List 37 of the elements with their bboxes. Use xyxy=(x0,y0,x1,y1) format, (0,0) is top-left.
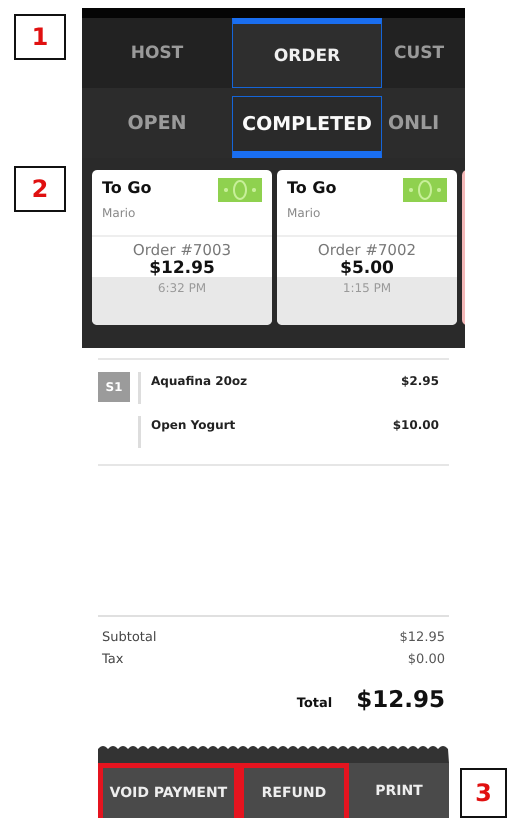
callout-number: 3 xyxy=(460,768,507,818)
filter-tab[interactable]: OPEN xyxy=(82,88,232,158)
item-price: $2.95 xyxy=(401,374,439,390)
callout-number: 1 xyxy=(14,14,66,60)
item-price: $10.00 xyxy=(392,418,439,434)
total-label: Total xyxy=(296,696,332,711)
action-button[interactable]: REFUND xyxy=(238,763,349,818)
order-amount: $5.00 xyxy=(339,259,395,277)
item-name: Aquafina 20oz xyxy=(151,374,248,390)
subtotal-label: Subtotal xyxy=(102,629,156,647)
filter-tab[interactable]: ONLI xyxy=(382,88,462,158)
server-name: Mario xyxy=(287,206,322,220)
order-card[interactable]: To Go Mario Order #7003 $12.95 6:32 PM xyxy=(92,170,272,325)
action-button[interactable]: VOID PAYMENT xyxy=(98,763,239,818)
total-value: $12.95 xyxy=(356,687,445,713)
subtotal-value: $12.95 xyxy=(400,629,445,647)
order-card[interactable]: To Go Mario Order #7002 $5.00 1:15 PM xyxy=(277,170,457,325)
nav-tab[interactable]: ORDER xyxy=(232,18,382,88)
order-type: To Go xyxy=(102,178,152,197)
order-amount: $12.95 xyxy=(148,259,216,277)
order-time: 6:32 PM xyxy=(158,281,206,295)
order-number: Order #7002 xyxy=(316,241,418,259)
callout-number: 2 xyxy=(14,166,66,212)
seat-badge: S1 xyxy=(98,372,130,402)
order-number: Order #7003 xyxy=(132,241,232,259)
nav-tab[interactable]: CUST xyxy=(382,18,462,88)
filter-tab[interactable]: COMPLETED xyxy=(232,96,382,158)
tax-label: Tax xyxy=(102,651,124,669)
cash-icon xyxy=(403,178,447,202)
item-name: Open Yogurt xyxy=(151,418,236,434)
action-button[interactable]: PRINT xyxy=(348,763,449,818)
tax-value: $0.00 xyxy=(408,651,445,669)
order-type: To Go xyxy=(287,178,336,197)
cash-icon xyxy=(218,178,262,202)
nav-tab[interactable]: HOST xyxy=(82,18,232,88)
order-time: 1:15 PM xyxy=(342,281,392,295)
server-name: Mario xyxy=(102,206,136,220)
